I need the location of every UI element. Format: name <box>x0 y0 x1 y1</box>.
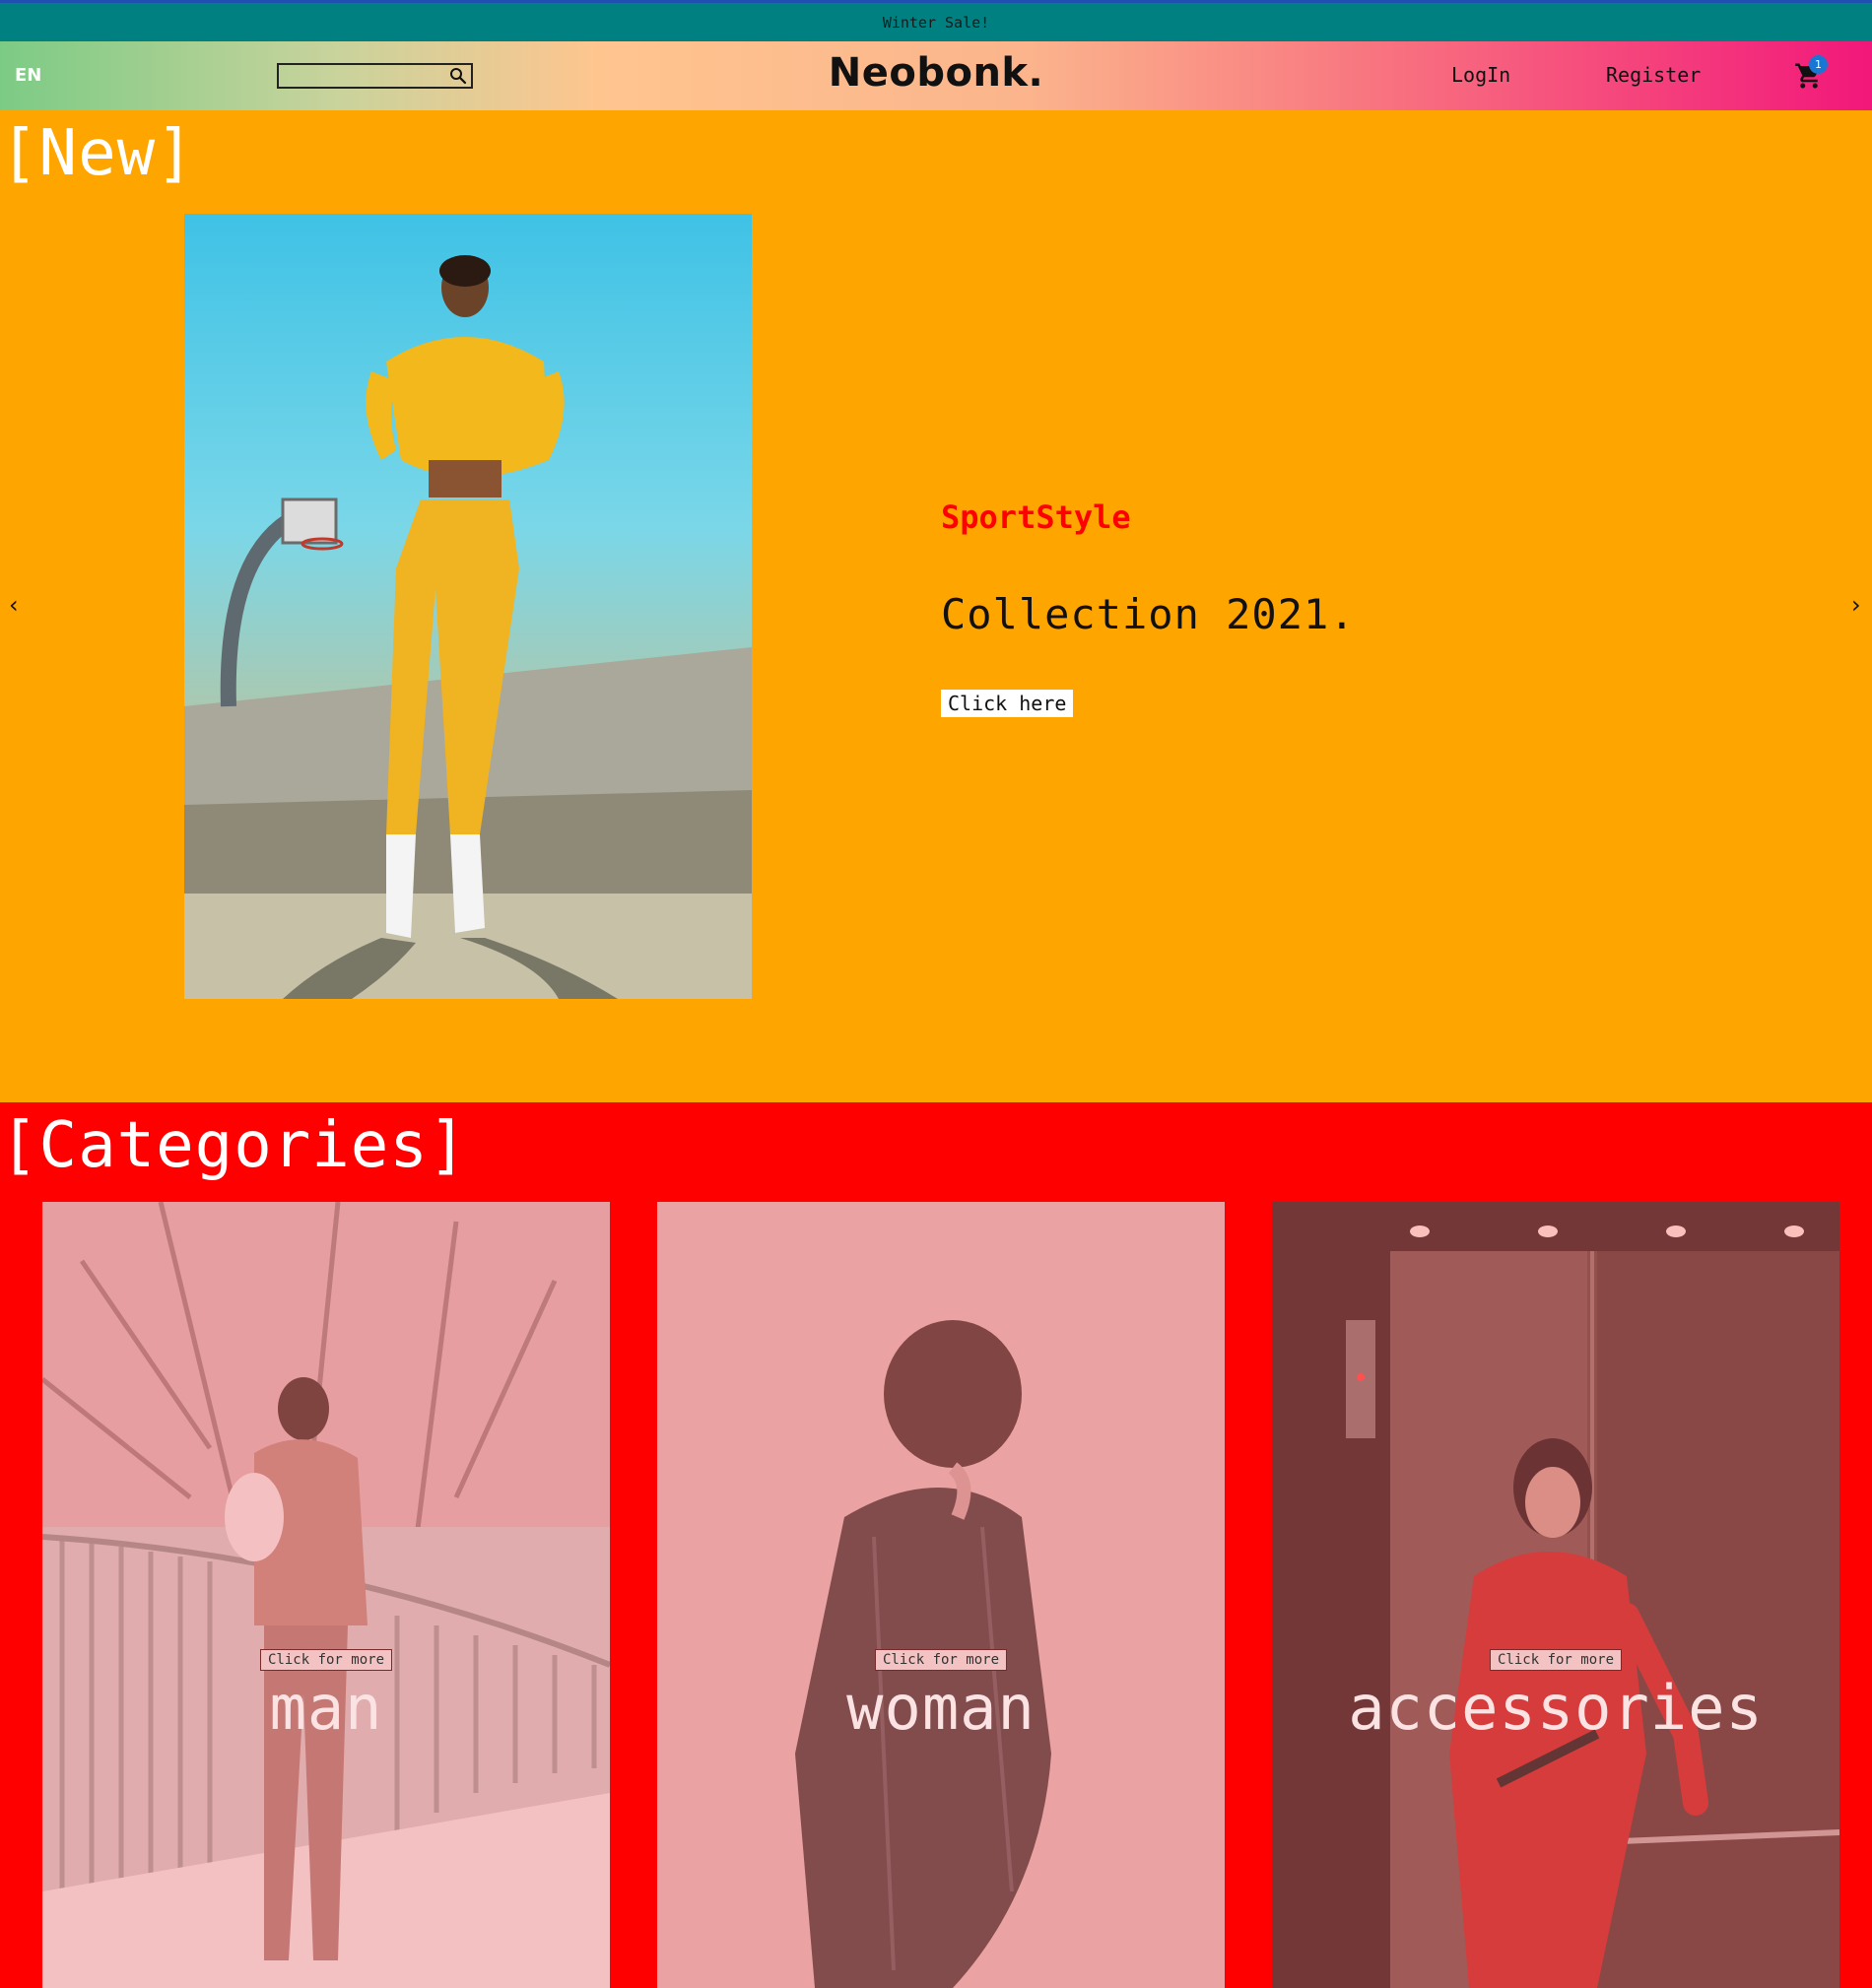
category-label-accessories: accessories <box>1348 1672 1764 1744</box>
category-more-button-woman[interactable]: Click for more <box>874 1649 1008 1671</box>
category-more-button-man[interactable]: Click for more <box>259 1649 393 1671</box>
cart-count-badge: 1 <box>1809 55 1828 74</box>
category-card-man[interactable]: Click for more man <box>42 1202 610 1988</box>
hero-image <box>184 214 752 999</box>
category-label-man: man <box>269 1672 383 1744</box>
new-section: [New] ‹ › SportStyle Collection 2021. Cl… <box>0 110 1872 1102</box>
logo[interactable]: Neobonk. <box>829 50 1043 96</box>
login-link[interactable]: LogIn <box>1451 63 1510 87</box>
slider-prev-arrow[interactable]: ‹ <box>9 591 19 619</box>
category-overlay <box>42 1202 610 1988</box>
hero-subtitle: SportStyle <box>941 498 1131 536</box>
language-selector[interactable]: EN <box>15 65 41 86</box>
category-overlay <box>1272 1202 1839 1988</box>
search-icon[interactable] <box>449 67 467 85</box>
slider-next-arrow[interactable]: › <box>1851 591 1861 619</box>
category-more-button-accessories[interactable]: Click for more <box>1489 1649 1623 1671</box>
search-box <box>277 63 473 89</box>
category-overlay <box>657 1202 1225 1988</box>
categories-title: [Categories] <box>0 1109 468 1182</box>
navbar: EN Neobonk. LogIn Register 1 <box>0 41 1872 110</box>
register-link[interactable]: Register <box>1606 63 1701 87</box>
categories-section: [Categories] Click for more man Click fo… <box>0 1102 1872 1988</box>
category-card-woman[interactable]: Click for more woman <box>657 1202 1225 1988</box>
hero-cta-button[interactable]: Click here <box>941 690 1074 717</box>
category-label-woman: woman <box>846 1672 1036 1744</box>
search-input[interactable] <box>279 65 444 87</box>
announcement-bar: Winter Sale! <box>0 0 1872 41</box>
category-card-accessories[interactable]: Click for more accessories <box>1272 1202 1839 1988</box>
announcement-text: Winter Sale! <box>882 13 990 32</box>
new-section-title: [New] <box>0 117 195 190</box>
hero-title: Collection 2021. <box>941 590 1356 638</box>
